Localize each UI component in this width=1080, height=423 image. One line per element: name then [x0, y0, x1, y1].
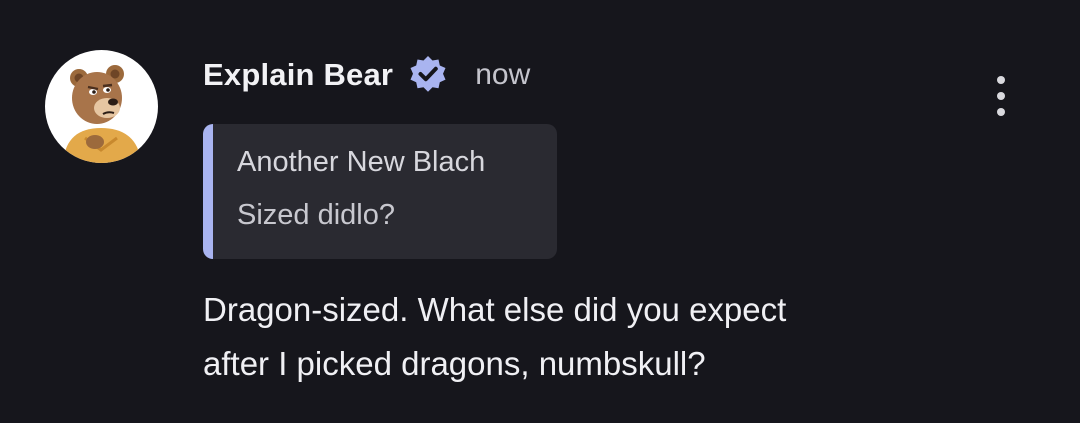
message-header: Explain Bear now	[203, 52, 530, 98]
timestamp: now	[475, 58, 531, 91]
chat-message: Explain Bear now Another New Blach Sized…	[0, 0, 1080, 423]
quoted-text: Sized didlo?	[237, 199, 395, 231]
avatar[interactable]	[45, 50, 158, 163]
author-name[interactable]: Explain Bear	[203, 57, 393, 93]
message-text-line: Dragon-sized. What else did you expect	[203, 291, 787, 328]
verified-badge-icon	[407, 54, 449, 96]
more-vertical-icon	[997, 76, 1005, 84]
bear-avatar-icon	[63, 65, 141, 163]
message-body: Dragon-sized. What else did you expect a…	[203, 283, 1003, 391]
message-text-line: after I picked dragons, numbskull?	[203, 345, 706, 382]
more-options-button[interactable]	[986, 76, 1016, 116]
quoted-author: Another New Blach	[237, 146, 486, 178]
quoted-reply[interactable]: Another New Blach Sized didlo?	[203, 124, 557, 259]
